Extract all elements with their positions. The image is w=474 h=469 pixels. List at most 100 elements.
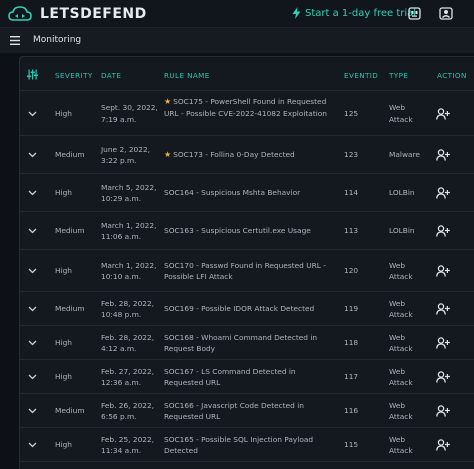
chevron-down-icon[interactable]	[28, 442, 37, 448]
table-row[interactable]: High Feb. 28, 2022, 4:12 a.m. SOC168 - Who…	[20, 325, 474, 359]
alert-type: Web Attack	[389, 298, 413, 320]
add-user-icon[interactable]	[436, 107, 450, 120]
column-header-severity[interactable]: SEVERITY	[55, 71, 93, 80]
alert-date: Feb. 27, 2022, 12:36 a.m.	[101, 366, 155, 388]
chevron-down-icon[interactable]	[28, 374, 37, 380]
table-row[interactable]: Medium June 2, 2022, 3:22 p.m. ★ SOC173 - F…	[20, 135, 474, 173]
alert-date: Sept. 30, 2022, 7:19 a.m.	[101, 103, 158, 124]
alert-type: Web Attack	[389, 434, 413, 456]
rule-name[interactable]: SOC166 - Javascript Code Detected in Req…	[164, 400, 334, 423]
table-row[interactable]: June 12,	[20, 461, 474, 469]
alert-date: March 1, 2022, 10:10 a.m.	[101, 260, 157, 282]
chevron-down-icon[interactable]	[28, 152, 37, 158]
chevron-down-icon[interactable]	[28, 190, 37, 196]
alert-type: Web Attack	[389, 260, 413, 282]
rule-name-text: SOC175 - PowerShell Found in Requested U…	[164, 97, 327, 118]
table-row[interactable]: High Feb. 27, 2022, 12:36 a.m. SOC167 - LS…	[20, 359, 474, 393]
column-header-rule-name[interactable]: RULE NAME	[164, 71, 210, 80]
chevron-down-icon[interactable]	[28, 306, 37, 312]
profile-icon[interactable]	[439, 7, 453, 20]
top-bar: LETSDEFEND Start a 1-day free trial	[0, 0, 474, 27]
column-header-event-id[interactable]: EVENTID	[344, 71, 378, 80]
event-id: 120	[344, 266, 359, 276]
severity-badge: High	[55, 266, 72, 276]
rule-name[interactable]: SOC167 - LS Command Detected in Requeste…	[164, 366, 334, 389]
alert-date: June 2, 2022, 3:22 p.m.	[101, 144, 151, 166]
free-trial-link[interactable]: Start a 1-day free trial	[292, 7, 416, 19]
alert-date: March 1, 2022, 11:06 a.m.	[101, 220, 157, 242]
add-user-icon[interactable]	[436, 225, 450, 237]
column-header-date[interactable]: DATE	[101, 71, 121, 80]
event-id: 119	[344, 304, 359, 314]
support-icon[interactable]	[408, 7, 421, 20]
column-header-action: ACTION	[437, 71, 467, 80]
alert-date: March 5, 2022, 10:29 a.m.	[101, 182, 157, 204]
alerts-table: SEVERITY DATE RULE NAME EVENTID TYPE ACT…	[19, 56, 474, 469]
add-user-icon[interactable]	[436, 337, 450, 349]
rule-name[interactable]: SOC168 - Whoami Command Detected in Requ…	[164, 332, 334, 355]
rule-name[interactable]: SOC169 - Possible IDOR Attack Detected	[164, 303, 334, 315]
event-id: 114	[344, 188, 359, 198]
severity-badge: High	[55, 108, 72, 118]
severity-badge: Medium	[55, 226, 85, 236]
rule-name[interactable]: SOC163 - Suspicious Certutil.exe Usage	[164, 225, 334, 237]
add-user-icon[interactable]	[436, 303, 450, 315]
event-id: 115	[344, 440, 359, 450]
chevron-down-icon[interactable]	[28, 408, 37, 414]
page-title: Monitoring	[33, 35, 82, 45]
chevron-down-icon[interactable]	[28, 340, 37, 346]
brand-logo[interactable]: LETSDEFEND	[8, 5, 147, 22]
lightning-icon	[292, 7, 301, 19]
rule-name-text: SOC170 - Passwd Found in Requested URL -…	[164, 260, 326, 282]
table-row[interactable]: Medium March 1, 2022, 11:06 a.m. SOC163 - …	[20, 211, 474, 249]
add-user-icon[interactable]	[436, 149, 450, 161]
table-row[interactable]: Medium Feb. 28, 2022, 10:48 p.m. SOC169 - …	[20, 291, 474, 325]
alert-type: LOLBin	[389, 226, 415, 236]
table-row[interactable]: High Feb. 25, 2022, 11:34 a.m. SOC165 - Po…	[20, 427, 474, 461]
star-icon: ★	[164, 97, 172, 107]
column-header-type[interactable]: TYPE	[389, 71, 408, 80]
rule-name-text: SOC165 - Possible SQL Injection Payload …	[164, 434, 314, 456]
table-row[interactable]: High Sept. 30, 2022, 7:19 a.m. ★ SOC175 - P…	[20, 90, 474, 135]
severity-badge: Medium	[55, 406, 85, 416]
alert-type: Web Attack	[389, 366, 413, 388]
alert-date: Feb. 26, 2022, 6:56 p.m.	[101, 400, 155, 422]
section-header: Monitoring	[0, 27, 474, 53]
alert-type: LOLBin	[389, 188, 415, 198]
rule-name-text: SOC163 - Suspicious Certutil.exe Usage	[164, 226, 311, 236]
add-user-icon[interactable]	[436, 405, 450, 417]
event-id: 125	[344, 108, 359, 118]
event-id: 117	[344, 372, 359, 382]
alert-type: Web Attack	[389, 103, 413, 124]
event-id: 116	[344, 406, 359, 416]
rule-name-text: SOC169 - Possible IDOR Attack Detected	[164, 304, 315, 314]
rule-name[interactable]: SOC170 - Passwd Found in Requested URL -…	[164, 260, 334, 283]
alert-type: Web Attack	[389, 400, 413, 422]
chevron-down-icon[interactable]	[28, 111, 37, 117]
event-id: 113	[344, 226, 359, 236]
alert-date: Feb. 28, 2022, 4:12 a.m.	[101, 332, 155, 354]
add-user-icon[interactable]	[436, 187, 450, 199]
table-row[interactable]: Medium Feb. 26, 2022, 6:56 p.m. SOC166 - J…	[20, 393, 474, 427]
add-user-icon[interactable]	[436, 265, 450, 277]
add-user-icon[interactable]	[436, 371, 450, 383]
table-row[interactable]: High March 1, 2022, 10:10 a.m. SOC170 - Pa…	[20, 249, 474, 291]
rule-name[interactable]: SOC165 - Possible SQL Injection Payload …	[164, 434, 334, 457]
chevron-down-icon[interactable]	[28, 268, 37, 274]
add-user-icon[interactable]	[436, 439, 450, 451]
alert-date: Feb. 25, 2022, 11:34 a.m.	[101, 434, 155, 456]
rule-name-text: SOC166 - Javascript Code Detected in Req…	[164, 400, 304, 422]
rule-name[interactable]: ★ SOC175 - PowerShell Found in Requested …	[164, 96, 334, 119]
rule-name[interactable]: ★ SOC173 - Follina 0-Day Detected	[164, 149, 334, 161]
severity-badge: Medium	[55, 304, 85, 314]
hamburger-icon[interactable]	[10, 36, 20, 45]
rule-name[interactable]: SOC164 - Suspicious Mshta Behavior	[164, 187, 334, 199]
rule-name-text: SOC164 - Suspicious Mshta Behavior	[164, 188, 301, 198]
chevron-down-icon[interactable]	[28, 228, 37, 234]
cloud-logo-icon	[8, 6, 32, 21]
severity-badge: High	[55, 338, 72, 348]
table-row[interactable]: High March 5, 2022, 10:29 a.m. SOC164 - Su…	[20, 173, 474, 211]
event-id: 118	[344, 338, 359, 348]
filter-sliders-icon[interactable]	[27, 69, 38, 80]
rule-name-text: SOC167 - LS Command Detected in Requeste…	[164, 366, 296, 388]
